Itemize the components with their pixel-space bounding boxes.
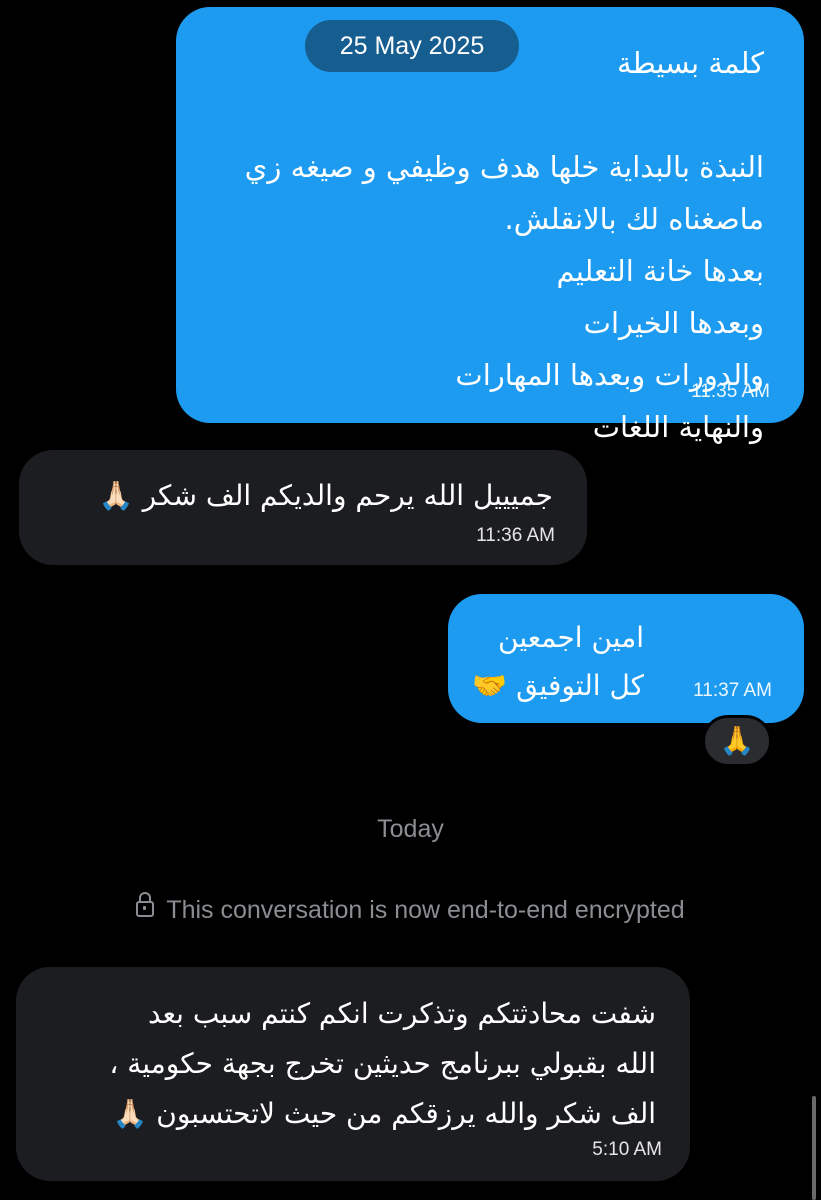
date-separator-today: Today <box>377 815 444 843</box>
message-timestamp: 11:36 AM <box>476 525 555 546</box>
incoming-message-bubble[interactable]: شفت محادثتكم وتذكرت انكم كنتم سبب بعد ال… <box>16 967 690 1181</box>
outgoing-message-bubble[interactable]: امين اجمعين كل التوفيق 🤝 11:37 AM <box>448 594 804 723</box>
reaction-badge[interactable]: 🙏 <box>702 715 772 767</box>
message-text: امين اجمعين كل التوفيق 🤝 <box>472 621 644 702</box>
message-text: شفت محادثتكم وتذكرت انكم كنتم سبب بعد ال… <box>109 997 656 1130</box>
encryption-notice-text: This conversation is now end-to-end encr… <box>166 896 685 924</box>
chat-thread: كلمة بسيطة النبذة بالبداية خلها هدف وظيف… <box>0 0 821 1200</box>
date-separator-pill: 25 May 2025 <box>305 20 519 72</box>
incoming-message-bubble[interactable]: جميييل الله يرحم والديكم الف شكر 🙏🏻 11:3… <box>19 450 587 565</box>
message-timestamp: 5:10 AM <box>592 1139 662 1160</box>
message-timestamp: 11:37 AM <box>693 680 772 701</box>
lock-icon <box>136 892 155 918</box>
message-text: جميييل الله يرحم والديكم الف شكر 🙏🏻 <box>98 479 553 512</box>
message-text: كلمة بسيطة النبذة بالبداية خلها هدف وظيف… <box>244 46 764 444</box>
encryption-notice: This conversation is now end-to-end encr… <box>0 892 821 925</box>
scrollbar[interactable] <box>812 1096 816 1200</box>
message-timestamp: 11:35 AM <box>691 381 770 402</box>
